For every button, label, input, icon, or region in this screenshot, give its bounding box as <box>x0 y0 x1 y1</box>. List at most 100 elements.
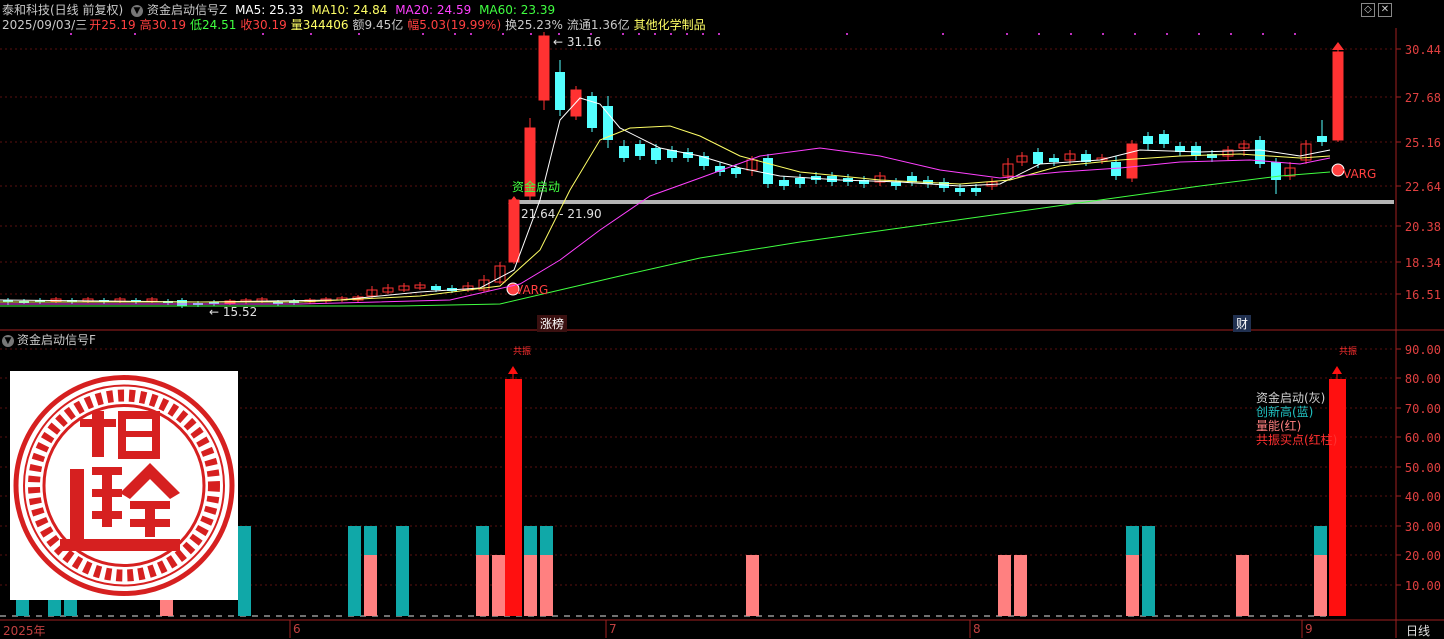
signal-dot <box>1134 33 1136 35</box>
sub-axis-label: 90.00 <box>1404 343 1441 357</box>
candle-body <box>1159 134 1169 144</box>
sub-axis-label: 10.00 <box>1404 579 1441 593</box>
signal-dot <box>470 33 472 35</box>
sub-axis-label: 40.00 <box>1404 490 1441 504</box>
bar-volume <box>1126 555 1139 616</box>
sector-link[interactable]: 其他化学制品 <box>634 18 706 32</box>
resonance-bar <box>505 379 522 616</box>
bar-volume <box>746 555 759 616</box>
bar-volume <box>540 555 553 616</box>
candle-body <box>1143 136 1153 144</box>
candle-body <box>763 158 773 184</box>
signal-dot <box>1038 33 1040 35</box>
restore-button[interactable]: ◇ <box>1361 3 1375 17</box>
sub-panel-title[interactable]: ▼ 资金启动信号F <box>2 331 96 348</box>
bar-new-high <box>364 526 377 555</box>
candle-body <box>971 188 981 192</box>
bar-new-high <box>524 526 537 555</box>
sub-indicator-dropdown-icon[interactable]: ▼ <box>2 334 14 347</box>
ma5-value: MA5: 25.33 <box>235 3 304 17</box>
bar-new-high <box>540 526 553 555</box>
sub-axis-label: 80.00 <box>1404 372 1441 386</box>
signal-dot <box>702 33 704 35</box>
high-label: 高 <box>139 18 152 32</box>
bar-volume <box>476 555 489 616</box>
price-axis-label: 22.64 <box>1404 180 1441 194</box>
volume-label: 量 <box>290 18 303 32</box>
ma60-value: MA60: 23.39 <box>479 3 556 17</box>
limit-up-tag[interactable]: 涨榜 <box>537 315 568 332</box>
signal-dot <box>1070 33 1072 35</box>
candle-body <box>538 35 550 101</box>
high-price-annotation: ← 31.16 <box>553 35 602 49</box>
bar-volume <box>492 555 505 616</box>
x-axis-label: 8 <box>973 622 981 636</box>
signal-dot <box>718 33 720 35</box>
close-button[interactable]: ✕ <box>1378 3 1392 17</box>
bar-new-high <box>1142 526 1155 616</box>
indicator-dropdown-icon[interactable]: ▼ <box>131 4 144 17</box>
price-axis-label: 18.34 <box>1404 256 1441 270</box>
bar-new-high <box>238 526 251 616</box>
signal-dot <box>654 33 656 35</box>
bar-new-high <box>1314 526 1327 555</box>
candle-body <box>955 188 965 192</box>
price-axis-label: 20.38 <box>1404 220 1441 234</box>
bar-volume <box>998 555 1011 616</box>
ma20-value: MA20: 24.59 <box>395 3 472 17</box>
period-label[interactable]: 日线 <box>1406 622 1430 639</box>
candle-body <box>1191 146 1201 156</box>
resonance-arrow <box>508 366 518 374</box>
signal-arrow <box>1332 42 1344 50</box>
varg-label-2: VARG <box>1343 167 1377 181</box>
candle-body <box>508 199 520 263</box>
sub-axis-label: 50.00 <box>1404 461 1441 475</box>
change-value: 5.03(19.99%) <box>419 18 502 32</box>
signal-dot <box>638 33 640 35</box>
signal-dot <box>1166 33 1168 35</box>
close-value: 30.19 <box>252 18 287 32</box>
header-row-2: 2025/09/03/三 开25.19 高30.19 低24.51 收30.19 量344… <box>2 16 710 33</box>
resonance-arrow <box>1332 366 1342 374</box>
bar-volume <box>1236 555 1249 616</box>
low-price-annotation: ← 15.52 <box>209 305 258 319</box>
candle-body <box>1317 136 1327 142</box>
range-label: 21.64 - 21.90 <box>521 207 602 221</box>
signal-dot <box>1262 33 1264 35</box>
signal-dot <box>310 33 312 35</box>
x-axis-label: 6 <box>293 622 301 636</box>
change-label: 幅 <box>407 18 420 32</box>
low-label: 低 <box>189 18 202 32</box>
price-axis-label: 27.68 <box>1404 91 1441 105</box>
bar-new-high <box>1126 526 1139 555</box>
stock-title[interactable]: 泰和科技(日线 前复权) <box>2 3 123 17</box>
price-axis-label: 16.51 <box>1404 288 1441 302</box>
signal-dot <box>70 33 72 35</box>
candle-body <box>619 146 629 158</box>
indicator-name[interactable]: 资金启动信号Z <box>147 3 227 17</box>
signal-dot <box>942 33 944 35</box>
candle-body <box>1033 152 1043 164</box>
candle-body <box>177 300 187 306</box>
signal-dot <box>622 33 624 35</box>
resonance-bar <box>1329 379 1346 616</box>
bar-volume <box>364 555 377 616</box>
signal-dot <box>530 33 532 35</box>
bar-new-high <box>476 526 489 555</box>
signal-dot <box>846 33 848 35</box>
close-label: 收 <box>240 18 253 32</box>
signal-dot <box>686 33 688 35</box>
bar-new-high <box>48 600 61 616</box>
sub-axis-label: 30.00 <box>1404 520 1441 534</box>
candle-body <box>431 286 441 290</box>
sub-axis-label: 60.00 <box>1404 431 1441 445</box>
open-value: 25.19 <box>101 18 136 32</box>
candle-body <box>1049 158 1059 162</box>
finance-tag[interactable]: 财 <box>1233 315 1252 332</box>
volume-value: 344406 <box>302 18 349 32</box>
candle-body <box>1126 143 1138 179</box>
price-axis-label: 25.16 <box>1404 136 1441 150</box>
bar-new-high <box>16 600 29 616</box>
signal-dot <box>422 33 424 35</box>
seal-stamp-icon <box>10 371 238 600</box>
